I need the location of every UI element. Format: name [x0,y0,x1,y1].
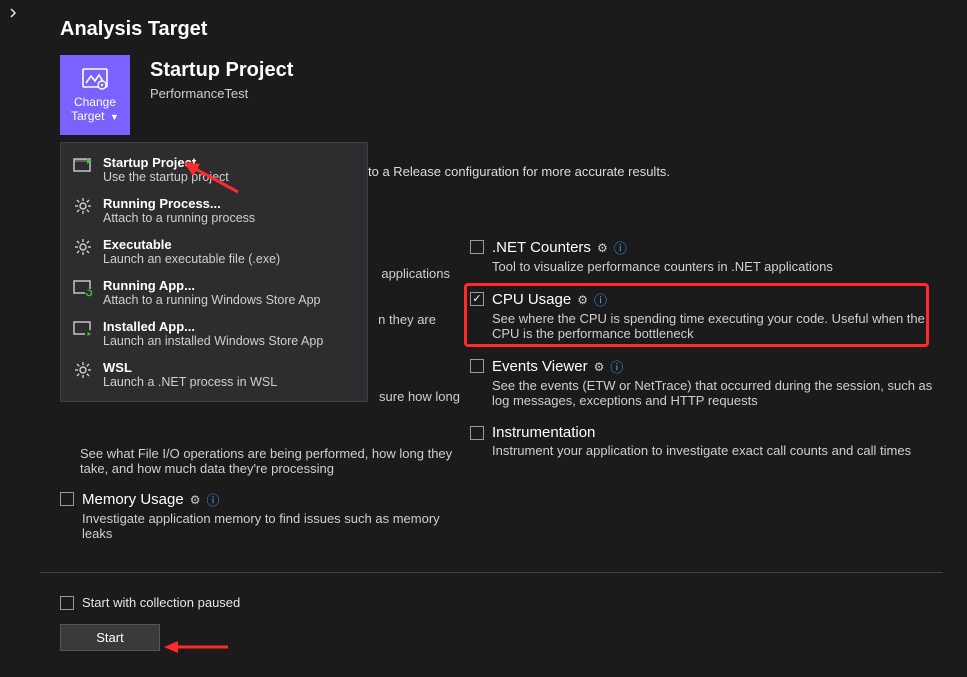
checkbox-cpu-usage[interactable] [470,292,484,306]
gear-icon [73,196,93,216]
tool-title: Memory Usage [82,491,184,508]
help-icon[interactable]: ⓘ [206,490,219,509]
tool-desc: Tool to visualize performance counters i… [492,259,833,274]
checkbox-net-counters[interactable] [470,240,484,254]
gear-icon[interactable]: ⚙ [597,241,608,255]
checkbox-memory-usage[interactable] [60,492,74,506]
page-title: Analysis Target [60,18,927,41]
tool-desc: See the events (ETW or NetTrace) that oc… [492,378,940,408]
dropdown-item-startup-project[interactable]: Startup Project Use the startup project [61,149,367,190]
tool-title: Events Viewer [492,358,588,375]
change-target-dropdown: Startup Project Use the startup project … [60,142,368,402]
help-icon[interactable]: ⓘ [614,238,627,257]
checkbox-start-paused[interactable] [60,596,74,610]
truncated-text: sure how long [370,389,460,404]
tool-desc: See where the CPU is spending time execu… [492,311,940,341]
tool-instrumentation: Instrumentation Instrument your applicat… [470,424,940,458]
config-hint-text: to a Release configuration for more accu… [368,164,670,179]
tool-title: Instrumentation [492,424,595,441]
gear-icon[interactable]: ⚙ [577,293,588,307]
tool-title: .NET Counters [492,239,591,256]
gear-icon[interactable]: ⚙ [190,493,201,507]
tool-desc: See what File I/O operations are being p… [80,446,460,476]
checkbox-instrumentation[interactable] [470,426,484,440]
divider [40,572,943,573]
dropdown-item-running-process[interactable]: Running Process... Attach to a running p… [61,190,367,231]
gear-icon[interactable]: ⚙ [594,360,605,374]
tool-title: CPU Usage [492,291,571,308]
window-play-icon [73,319,93,339]
change-target-label-2: Target [71,109,104,123]
target-subtitle: PerformanceTest [150,86,293,101]
start-button[interactable]: Start [60,624,160,651]
tool-net-counters: .NET Counters ⚙ ⓘ Tool to visualize perf… [470,238,940,274]
start-paused-label: Start with collection paused [82,595,240,610]
window-play-icon [73,155,93,175]
help-icon[interactable]: ⓘ [594,290,607,309]
tool-desc: Investigate application memory to find i… [82,511,460,541]
tool-desc: Instrument your application to investiga… [492,443,911,458]
tool-memory-usage: Memory Usage ⚙ ⓘ Investigate application… [60,490,460,541]
change-target-label-1: Change [74,95,116,109]
checkbox-events-viewer[interactable] [470,359,484,373]
dropdown-item-installed-app[interactable]: Installed App... Launch an installed Win… [61,313,367,354]
dropdown-item-running-app[interactable]: Running App... Attach to a running Windo… [61,272,367,313]
gear-icon [73,360,93,380]
tool-cpu-usage: CPU Usage ⚙ ⓘ See where the CPU is spend… [470,290,940,341]
dropdown-item-executable[interactable]: Executable Launch an executable file (.e… [61,231,367,272]
gear-icon [73,237,93,257]
help-icon[interactable]: ⓘ [610,357,623,376]
truncated-text: applications [370,266,450,281]
window-refresh-icon [73,278,93,298]
target-title: Startup Project [150,59,293,82]
dropdown-item-wsl[interactable]: WSL Launch a .NET process in WSL [61,354,367,395]
caret-down-icon: ▼ [107,112,118,122]
tool-events-viewer: Events Viewer ⚙ ⓘ See the events (ETW or… [470,357,940,408]
truncated-text: n they are [370,312,436,327]
picture-gear-icon [81,67,109,91]
change-target-button[interactable]: Change Target ▼ [60,55,130,135]
expand-panel-chevron[interactable] [8,8,18,18]
